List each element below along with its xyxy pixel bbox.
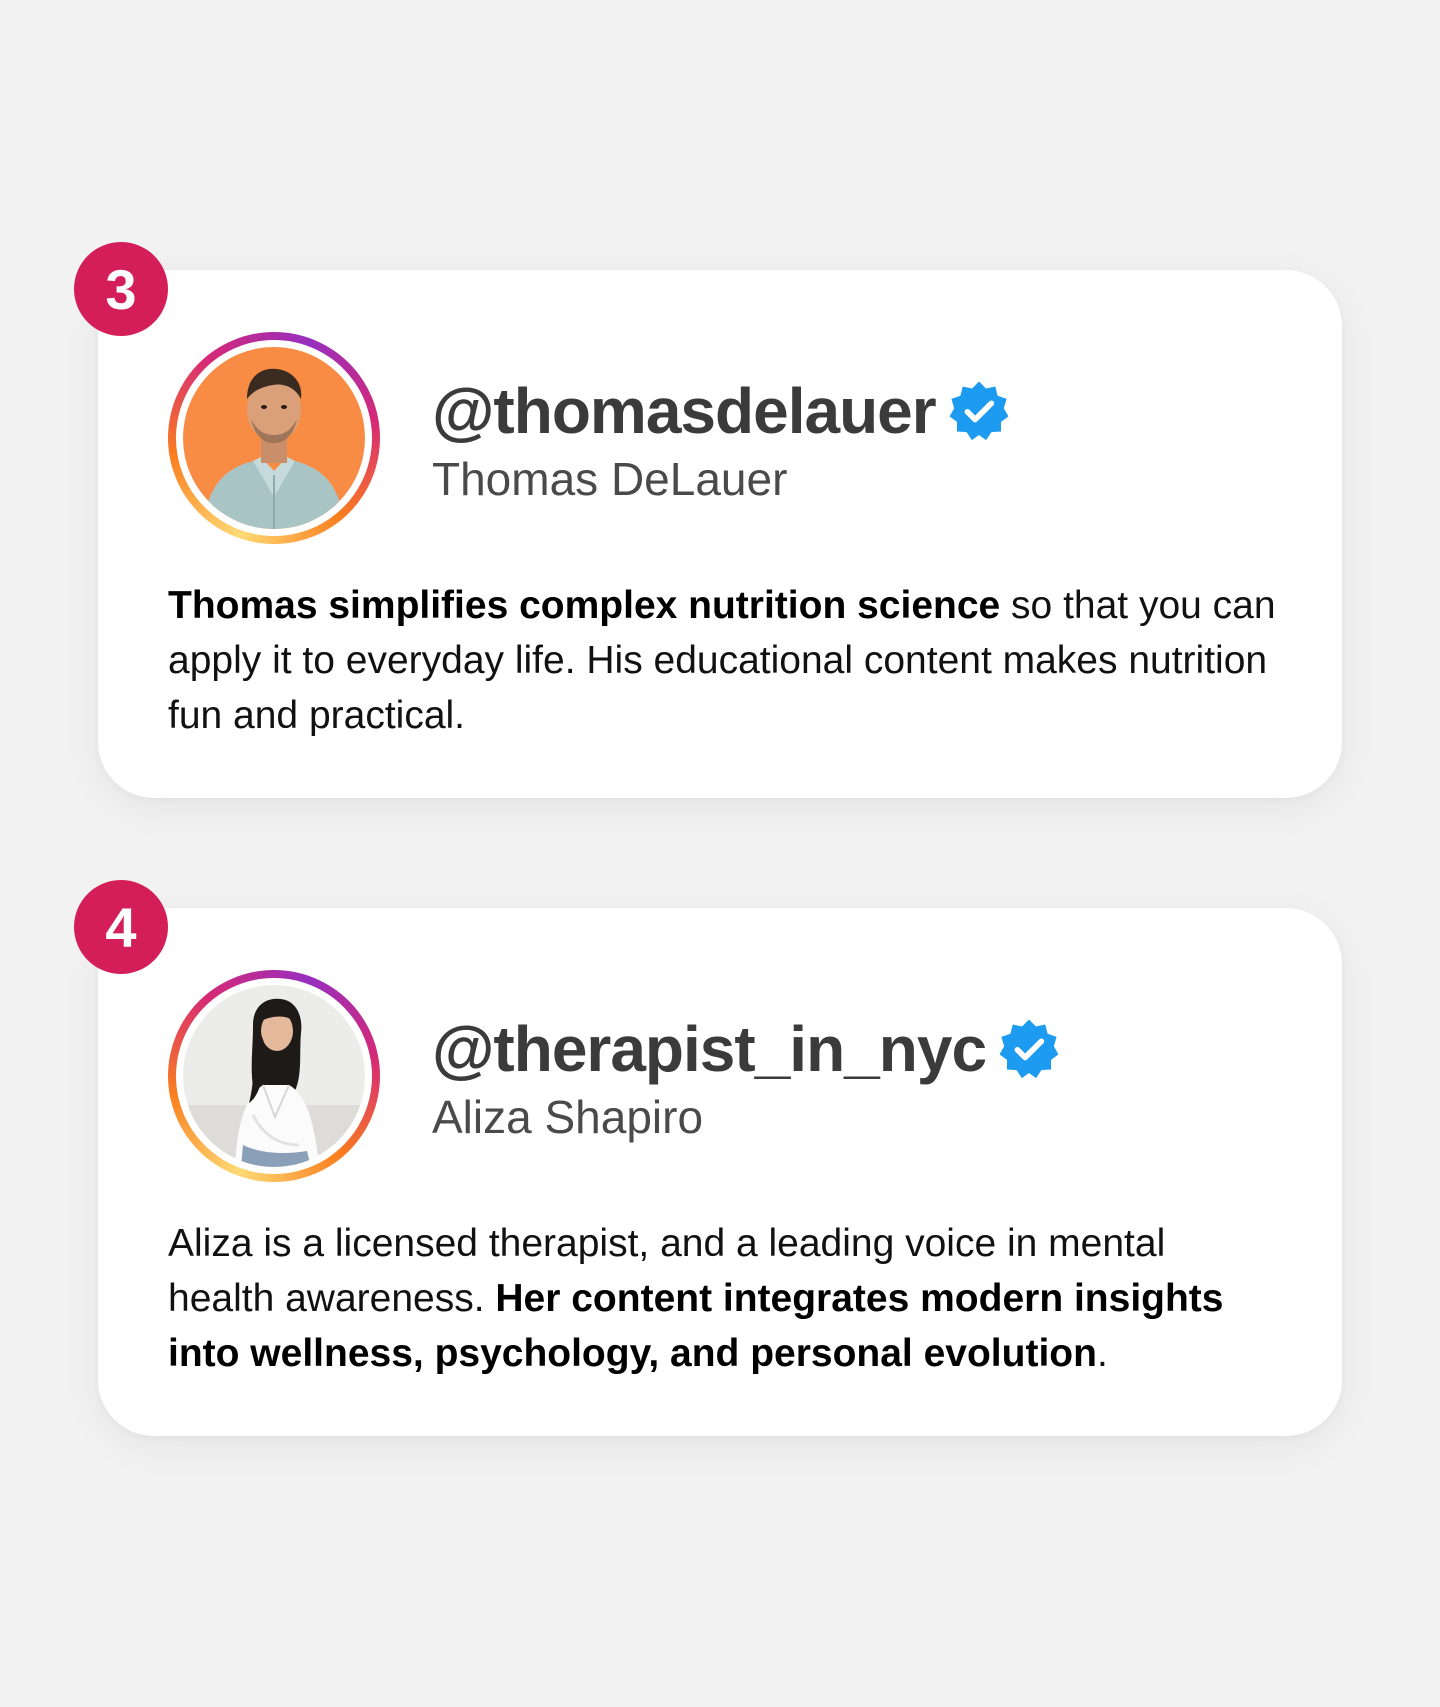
story-ring[interactable]: [168, 332, 380, 544]
display-name: Thomas DeLauer: [432, 453, 788, 505]
verified-badge-icon: [949, 381, 1009, 441]
username-handle[interactable]: @therapist_in_nyc: [432, 1012, 987, 1086]
bio-regular-end: .: [1096, 1332, 1108, 1375]
man-portrait-icon: [183, 347, 365, 529]
woman-portrait-icon: [183, 985, 365, 1167]
bio-bold: Thomas simplifies complex nutrition scie…: [168, 584, 1001, 627]
handle-row: @therapist_in_nyc: [432, 1013, 1060, 1085]
handle-row: @thomasdelauer: [432, 375, 1010, 447]
avatar[interactable]: [183, 985, 365, 1167]
profile-card-thomasdelauer: 3 @thomasdelauer Thomas DeLauer Thomas s…: [74, 242, 1342, 798]
avatar[interactable]: [183, 347, 365, 529]
rank-badge: 3: [74, 242, 168, 336]
profile-card-therapist-in-nyc: 4 @therapist_in_nyc Aliza Shapiro Aliza …: [74, 880, 1342, 1436]
verified-badge-icon: [999, 1019, 1059, 1079]
story-ring[interactable]: [168, 970, 380, 1182]
rank-badge: 4: [74, 880, 168, 974]
display-name: Aliza Shapiro: [432, 1091, 704, 1143]
bio-text: Thomas simplifies complex nutrition scie…: [168, 578, 1278, 743]
bio-text: Aliza is a licensed therapist, and a lea…: [168, 1216, 1278, 1381]
username-handle[interactable]: @thomasdelauer: [432, 374, 937, 448]
